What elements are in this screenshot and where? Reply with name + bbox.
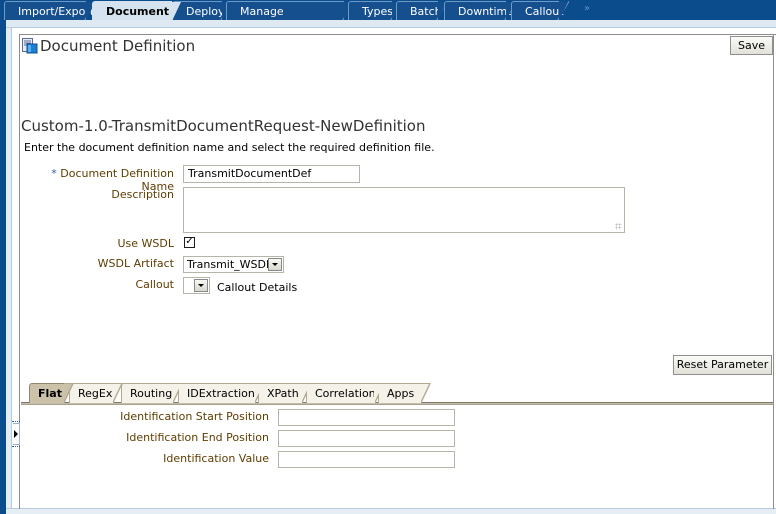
use-wsdl-checkbox[interactable]: ✓ [184, 237, 195, 248]
parameter-tabs: Flat RegEx Routing IDExtraction XPath Co… [21, 381, 773, 406]
tab-xpath[interactable]: XPath [258, 383, 312, 404]
identification-end-position-label: Identification End Position [126, 431, 269, 444]
chevron-down-icon[interactable] [268, 258, 282, 271]
chevron-down-icon[interactable] [194, 279, 208, 292]
tab-content-strip [0, 20, 776, 28]
overflow-tabs-icon[interactable]: » [584, 3, 590, 14]
tab-manage-deployments[interactable]: Manage Deployments [226, 1, 354, 37]
panel-right-border [773, 34, 774, 509]
tab-label: Callout [525, 5, 564, 18]
wsdl-artifact-label: WSDL Artifact [97, 257, 174, 270]
tab-label: Apps [387, 387, 415, 400]
splitter-dots [12, 421, 20, 422]
tab-label: Batch [410, 5, 442, 18]
reset-parameter-button[interactable]: Reset Parameter [673, 355, 772, 375]
tab-label: Import/Export [18, 5, 95, 18]
splitter-dots [12, 446, 20, 447]
tab-document[interactable]: Document [92, 1, 181, 21]
callout-select[interactable] [183, 277, 210, 294]
tab-batch[interactable]: Batch [396, 1, 448, 21]
tab-label: RegEx [78, 387, 113, 400]
tab-label: Correlation [315, 387, 376, 400]
tab-idextraction[interactable]: IDExtraction [178, 383, 265, 404]
tab-callout[interactable]: Callout [511, 1, 569, 21]
tab-label: Deploy [186, 5, 225, 18]
tab-routing[interactable]: Routing [121, 383, 183, 404]
wsdl-artifact-select[interactable]: Transmit_WSDL [183, 256, 284, 273]
section-title: Custom-1.0-TransmitDocumentRequest-NewDe… [21, 117, 426, 135]
tab-downtime[interactable]: Downtime [444, 1, 516, 21]
description-label: Description [111, 188, 174, 201]
tab-import-export[interactable]: Import/Export [4, 1, 96, 21]
tab-label: Downtime [458, 5, 515, 18]
top-tab-bar: Import/Export Document Deploy Manage Dep… [0, 0, 776, 37]
document-definition-name-input[interactable]: TransmitDocumentDef [183, 165, 360, 183]
callout-label: Callout [135, 278, 174, 291]
tab-label: Document [106, 5, 170, 18]
required-marker: * [51, 167, 57, 180]
tab-label: Types [362, 5, 393, 18]
tab-correlation[interactable]: Correlation [306, 383, 385, 404]
identification-start-position-input[interactable] [278, 409, 455, 426]
document-definition-icon [22, 38, 38, 54]
tab-flat[interactable]: Flat [29, 383, 74, 404]
selected-value: Transmit_WSDL [187, 258, 273, 271]
tab-label: IDExtraction [187, 387, 255, 400]
page-title: Document Definition [40, 37, 196, 55]
identification-value-label: Identification Value [163, 452, 269, 465]
tab-apps[interactable]: Apps [378, 383, 431, 404]
use-wsdl-label: Use WSDL [117, 237, 174, 250]
tab-label: XPath [267, 387, 299, 400]
instructions-text: Enter the document definition name and s… [24, 141, 435, 154]
description-textarea[interactable] [183, 187, 625, 233]
tab-label: Flat [38, 387, 62, 400]
identification-start-position-label: Identification Start Position [120, 410, 269, 423]
tab-label: Routing [130, 387, 173, 400]
expand-panel-handle[interactable] [13, 423, 20, 445]
tab-types[interactable]: Types [348, 1, 402, 21]
save-button[interactable]: Save [730, 36, 773, 55]
identification-value-input[interactable] [278, 451, 455, 468]
left-frame-border [6, 28, 12, 514]
tab-regex[interactable]: RegEx [69, 383, 123, 404]
identification-end-position-input[interactable] [278, 430, 455, 447]
resize-grip-icon[interactable] [615, 223, 622, 230]
callout-details-link[interactable]: Callout Details [217, 281, 297, 294]
